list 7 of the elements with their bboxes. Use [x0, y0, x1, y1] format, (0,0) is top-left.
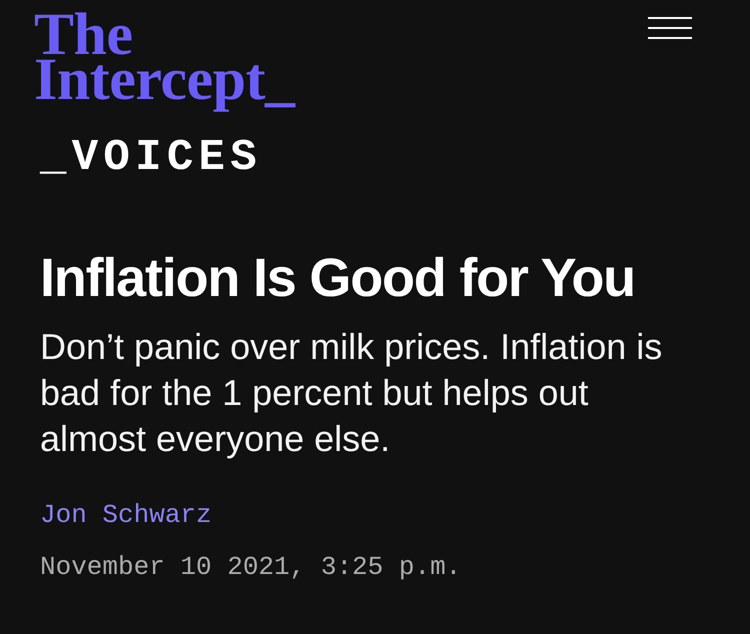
section-label[interactable]: _VOICES: [40, 136, 262, 180]
article-title: Inflation Is Good for You: [40, 248, 635, 308]
publish-date: November 10 2021, 3:25 p.m.: [40, 552, 462, 583]
menu-icon[interactable]: [648, 17, 692, 39]
article-subtitle: Don’t panic over milk prices. Inflation is bad for the 1 percent but helps out almost everyone else.: [40, 325, 664, 461]
site-logo[interactable]: The Intercept_: [34, 12, 294, 114]
author-link[interactable]: Jon Schwarz: [40, 500, 212, 531]
